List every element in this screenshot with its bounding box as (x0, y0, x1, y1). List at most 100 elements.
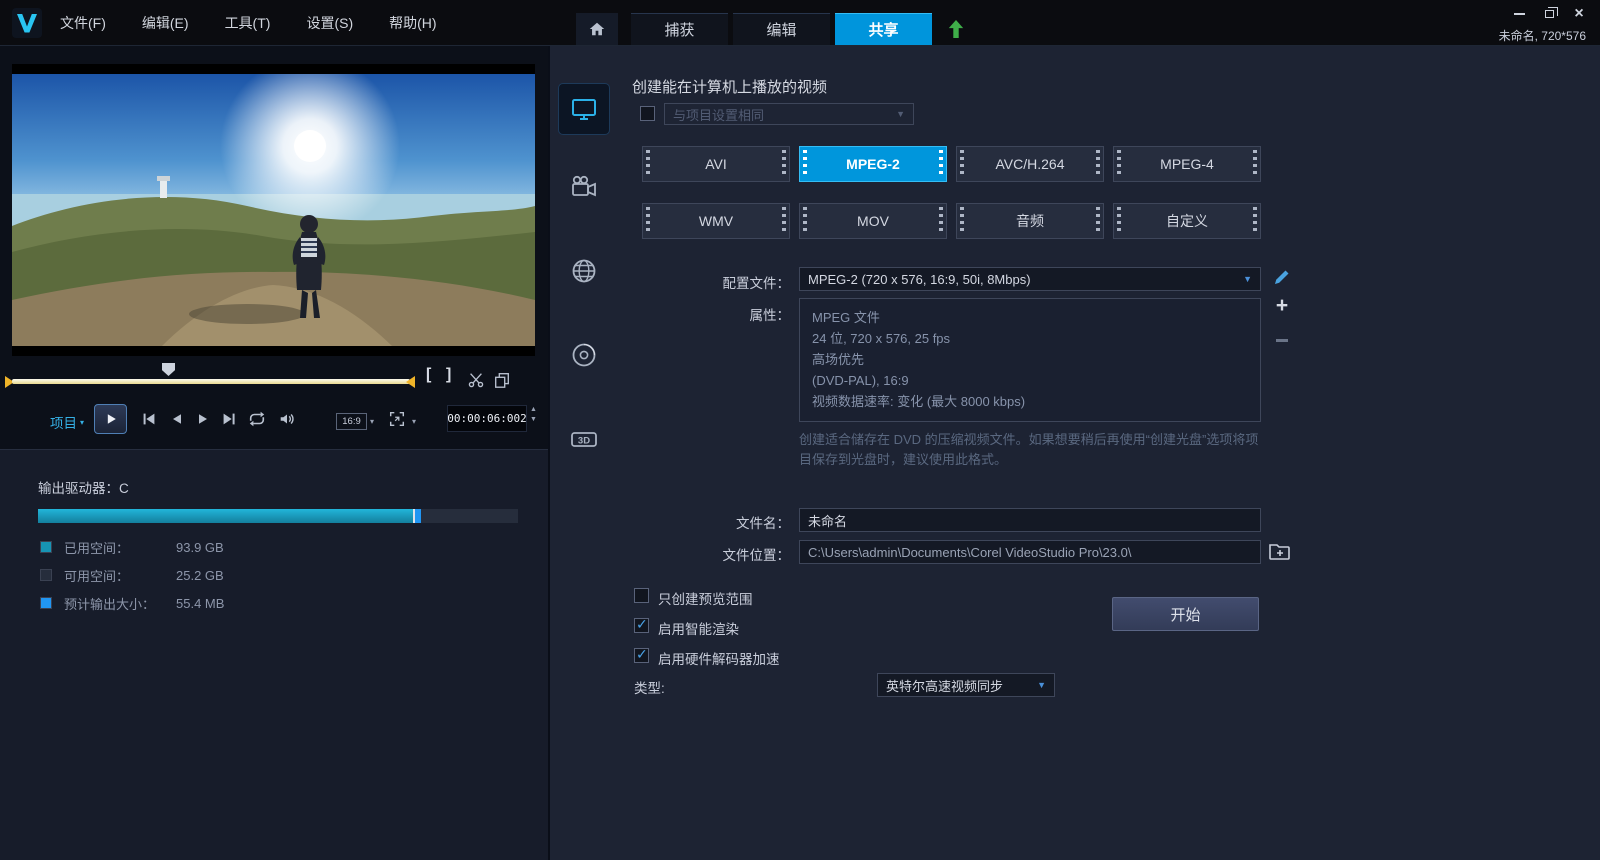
skip-end-button[interactable] (218, 409, 240, 429)
chevron-down-icon: ▼ (1243, 274, 1252, 284)
properties-box: MPEG 文件 24 位, 720 x 576, 25 fps 高场优先 (DV… (799, 298, 1261, 422)
zoom-chevron-icon[interactable]: ▾ (412, 417, 416, 426)
profile-value: MPEG-2 (720 x 576, 16:9, 50i, 8Mbps) (808, 272, 1237, 287)
menu-settings[interactable]: 设置(S) (306, 13, 353, 33)
used-space-fill (38, 509, 415, 523)
format-button[interactable]: WMV (642, 203, 790, 239)
start-button[interactable]: 开始 (1112, 597, 1259, 631)
smart-render-label: 启用智能渲染 (658, 618, 739, 638)
mark-in-button[interactable]: [ (426, 366, 431, 384)
zoom-fit-button[interactable] (388, 410, 408, 430)
edit-profile-button[interactable] (1272, 267, 1292, 287)
format-button[interactable]: MOV (799, 203, 947, 239)
format-hint-text: 创建适合储存在 DVD 的压缩视频文件。如果想要稍后再使用“创建光盘”选项将项目… (799, 430, 1267, 470)
play-icon (103, 411, 119, 427)
volume-button[interactable] (276, 409, 298, 429)
format-button[interactable]: MPEG-4 (1113, 146, 1261, 182)
preview-stage: [ ] 项目▾ (0, 46, 548, 450)
split-clip-icon[interactable] (466, 370, 486, 390)
tab-capture[interactable]: 捕获 (631, 13, 728, 45)
publish-arrow-icon[interactable] (947, 13, 965, 45)
destination-computer[interactable] (559, 84, 609, 134)
legend-swatch (40, 569, 52, 581)
tab-edit[interactable]: 编辑 (733, 13, 830, 45)
page-title: 创建能在计算机上播放的视频 (632, 76, 827, 97)
tab-share[interactable]: 共享 (835, 13, 932, 45)
menu-help[interactable]: 帮助(H) (389, 13, 436, 33)
property-line: (DVD-PAL), 16:9 (812, 370, 1248, 391)
timecode-stepper[interactable]: ▲▼ (530, 406, 537, 423)
minimize-button[interactable] (1512, 7, 1526, 21)
repeat-button[interactable] (246, 409, 268, 429)
mark-out-button[interactable]: ] (446, 366, 451, 384)
next-frame-button[interactable] (192, 409, 214, 429)
filename-label: 文件名： (632, 512, 790, 532)
legend-swatch (40, 597, 52, 609)
menubar: 文件(F) 编辑(E) 工具(T) 设置(S) 帮助(H) (60, 0, 437, 46)
camcorder-icon (569, 172, 599, 202)
format-button[interactable]: AVC/H.264 (956, 146, 1104, 182)
same-as-project-dropdown[interactable]: 与项目设置相同 ▼ (664, 103, 914, 125)
used-space-label: 已用空间： (64, 538, 164, 557)
playhead-handle[interactable] (162, 363, 175, 376)
svg-text:3D: 3D (578, 436, 590, 447)
estimated-size-value: 55.4 MB (176, 596, 224, 611)
disk-usage-bar (38, 509, 518, 523)
previous-frame-button[interactable] (166, 409, 188, 429)
trim-end-handle[interactable] (406, 376, 415, 388)
playback-mode-selector[interactable]: 项目▾ (50, 412, 84, 432)
timecode-display[interactable]: 00:00:06:002 (447, 405, 527, 432)
format-button[interactable]: 音频 (956, 203, 1104, 239)
stepper-down-icon[interactable]: ▼ (530, 416, 537, 423)
hw-decode-checkbox[interactable] (634, 648, 649, 663)
legend-swatch (40, 541, 52, 553)
type-dropdown[interactable]: 英特尔高速视频同步 ▼ (877, 673, 1055, 697)
smart-render-checkbox[interactable] (634, 618, 649, 633)
folder-icon (1269, 542, 1291, 560)
destination-disc[interactable] (559, 330, 609, 380)
preview-range-checkbox[interactable] (634, 588, 649, 603)
format-button[interactable]: 自定义 (1113, 203, 1261, 239)
titlebar: 文件(F) 编辑(E) 工具(T) 设置(S) 帮助(H) 捕获 编辑 共享 ×… (0, 0, 1600, 46)
filename-input[interactable] (799, 508, 1261, 532)
play-button[interactable] (94, 404, 127, 434)
minus-icon (1276, 339, 1288, 342)
type-value: 英特尔高速视频同步 (886, 676, 1031, 695)
home-icon (588, 20, 606, 38)
property-line: MPEG 文件 (812, 307, 1248, 328)
stepper-up-icon[interactable]: ▲ (530, 406, 537, 413)
free-space-value: 25.2 GB (176, 568, 224, 583)
destination-device[interactable] (559, 162, 609, 212)
chevron-down-icon: ▾ (80, 418, 84, 427)
home-button[interactable] (576, 13, 618, 45)
browse-folder-button[interactable] (1268, 540, 1292, 562)
close-button[interactable]: × (1572, 7, 1586, 21)
property-line: 高场优先 (812, 349, 1248, 370)
format-button[interactable]: AVI (642, 146, 790, 182)
add-profile-button[interactable]: + (1272, 296, 1292, 316)
aspect-chevron-icon[interactable]: ▾ (370, 417, 374, 426)
menu-edit[interactable]: 编辑(E) (142, 13, 189, 33)
preview-panel: [ ] 项目▾ (0, 46, 548, 860)
multi-trim-icon[interactable] (492, 370, 512, 390)
3d-icon: 3D (569, 424, 599, 454)
destination-web[interactable] (559, 246, 609, 296)
restore-button[interactable] (1542, 7, 1556, 21)
hw-decode-label: 启用硬件解码器加速 (658, 648, 780, 668)
profile-dropdown[interactable]: MPEG-2 (720 x 576, 16:9, 50i, 8Mbps) ▼ (799, 267, 1261, 291)
preview-range-label: 只创建预览范围 (658, 588, 753, 608)
file-location-input[interactable] (799, 540, 1261, 564)
window-controls: × (1512, 6, 1586, 22)
format-button[interactable]: MPEG-2 (799, 146, 947, 182)
skip-start-button[interactable] (138, 409, 160, 429)
remove-profile-button[interactable] (1272, 330, 1292, 350)
menu-tools[interactable]: 工具(T) (225, 13, 271, 33)
aspect-ratio-selector[interactable]: 16:9 (336, 413, 367, 430)
estimated-size-label: 预计输出大小： (64, 594, 164, 613)
app-logo-icon (12, 8, 42, 38)
project-info: 未命名, 720*576 (1499, 27, 1586, 44)
destination-3d[interactable]: 3D (559, 414, 609, 464)
seek-bar[interactable] (12, 379, 410, 384)
same-as-project-checkbox[interactable] (640, 106, 655, 121)
menu-file[interactable]: 文件(F) (60, 13, 106, 33)
